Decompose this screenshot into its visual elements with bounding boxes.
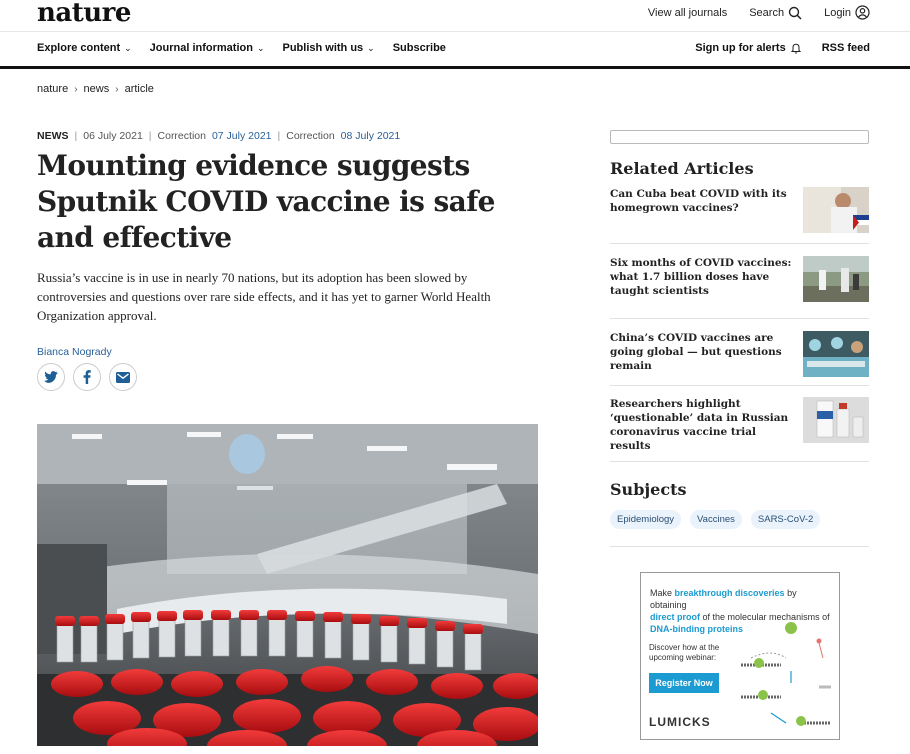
alerts-label: Sign up for alerts <box>695 42 786 54</box>
facebook-icon <box>83 370 91 384</box>
article-meta: NEWS | 06 July 2021 | Correction 07 July… <box>37 130 400 142</box>
chevron-right-icon: › <box>115 83 119 95</box>
search-icon <box>788 6 802 20</box>
advertisement-banner[interactable]: Make breakthrough discoveries by obtaini… <box>640 572 840 740</box>
nav-explore-label: Explore content <box>37 42 121 54</box>
ad-highlight: breakthrough discoveries <box>674 588 785 598</box>
register-now-button[interactable]: Register Now <box>649 673 719 693</box>
related-article-thumbnail <box>803 331 869 377</box>
ad-highlight: direct proof <box>650 612 701 622</box>
related-article[interactable]: Can Cuba beat COVID with its homegrown v… <box>610 187 869 244</box>
divider <box>610 546 869 547</box>
related-article-thumbnail <box>803 256 869 302</box>
subject-tag-sars-cov-2[interactable]: SARS-CoV-2 <box>750 510 821 529</box>
divider: | <box>148 130 152 142</box>
correction-label: Correction <box>157 130 206 142</box>
related-article[interactable]: Six months of COVID vaccines: what 1.7 b… <box>610 256 869 319</box>
subject-tag-epidemiology[interactable]: Epidemiology <box>610 510 682 529</box>
search-label: Search <box>749 6 785 19</box>
sidebar-search-box[interactable] <box>610 130 869 144</box>
related-articles-heading: Related Articles <box>610 159 754 178</box>
bell-icon <box>790 43 801 54</box>
sign-up-alerts-link[interactable]: Sign up for alerts <box>695 42 801 54</box>
main-nav: Explore content ⌄ Journal information ⌄ Pu… <box>0 31 910 69</box>
ad-line-1: Make breakthrough discoveries by obtaini… <box>650 587 830 611</box>
divider: | <box>74 130 78 142</box>
related-article[interactable]: China’s COVID vaccines are going global … <box>610 331 869 386</box>
view-all-journals-link[interactable]: View all journals <box>648 7 727 19</box>
ad-brand-logo: LUMICKS <box>649 715 711 729</box>
divider: | <box>277 130 281 142</box>
related-article[interactable]: Researchers highlight ‘questionable’ dat… <box>610 397 869 462</box>
publish-date: 06 July 2021 <box>83 130 143 142</box>
nav-journal-information[interactable]: Journal information ⌄ <box>150 42 265 54</box>
login-link[interactable]: Login <box>824 5 870 20</box>
twitter-icon <box>44 371 58 383</box>
share-twitter-button[interactable] <box>37 363 65 391</box>
top-links: View all journals Search Login <box>648 5 870 20</box>
nav-subscribe[interactable]: Subscribe <box>393 42 446 54</box>
nature-logo[interactable]: nature <box>37 0 131 28</box>
nav-publish-label: Publish with us <box>282 42 364 54</box>
correction-link-2[interactable]: 08 July 2021 <box>341 130 401 142</box>
ad-text: Make <box>650 588 675 598</box>
email-icon <box>116 371 130 383</box>
subject-tags: Epidemiology Vaccines SARS-CoV-2 <box>610 510 821 529</box>
top-bar: nature View all journals Search Login <box>0 0 910 31</box>
chevron-down-icon: ⌄ <box>256 42 265 53</box>
share-email-button[interactable] <box>109 363 137 391</box>
ad-highlight: DNA-binding proteins <box>650 624 743 634</box>
user-icon <box>855 5 870 20</box>
chevron-down-icon: ⌄ <box>367 42 375 53</box>
ad-webinar-text: Discover how at the upcoming webinar: <box>649 643 720 662</box>
nav-journal-label: Journal information <box>149 42 253 54</box>
article-standfirst: Russia’s vaccine is in use in nearly 70 … <box>37 270 491 323</box>
subject-tag-vaccines[interactable]: Vaccines <box>690 510 742 529</box>
breadcrumb-article: article <box>124 83 154 95</box>
related-article-thumbnail <box>803 187 869 233</box>
subjects-heading: Subjects <box>610 480 687 499</box>
nav-explore-content[interactable]: Explore content ⌄ <box>37 42 132 54</box>
hero-image <box>37 424 538 746</box>
breadcrumb-news[interactable]: news <box>84 83 110 95</box>
related-article-thumbnail <box>803 397 869 443</box>
chevron-right-icon: › <box>74 83 78 95</box>
related-article-title[interactable]: Can Cuba beat COVID with its homegrown v… <box>610 187 796 243</box>
search-link[interactable]: Search <box>749 6 802 20</box>
chevron-down-icon: ⌄ <box>124 42 132 53</box>
breadcrumb-nature[interactable]: nature <box>37 83 68 95</box>
related-article-title[interactable]: Six months of COVID vaccines: what 1.7 b… <box>610 256 796 318</box>
login-label: Login <box>824 6 851 19</box>
share-facebook-button[interactable] <box>73 363 101 391</box>
related-article-title[interactable]: Researchers highlight ‘questionable’ dat… <box>610 397 796 461</box>
author-link[interactable]: Bianca Nogrady <box>37 346 112 358</box>
nav-publish-with-us[interactable]: Publish with us ⌄ <box>283 42 375 54</box>
dna-diagram-icon <box>741 622 831 726</box>
share-buttons <box>37 363 137 391</box>
correction-link-1[interactable]: 07 July 2021 <box>212 130 272 142</box>
correction-label: Correction <box>286 130 335 142</box>
related-article-title[interactable]: China’s COVID vaccines are going global … <box>610 331 796 385</box>
article-title: Mounting evidence suggests Sputnik COVID… <box>37 149 495 254</box>
breadcrumb: nature › news › article <box>37 83 154 95</box>
rss-feed-link[interactable]: RSS feed <box>822 42 870 54</box>
article-type: NEWS <box>37 130 69 142</box>
